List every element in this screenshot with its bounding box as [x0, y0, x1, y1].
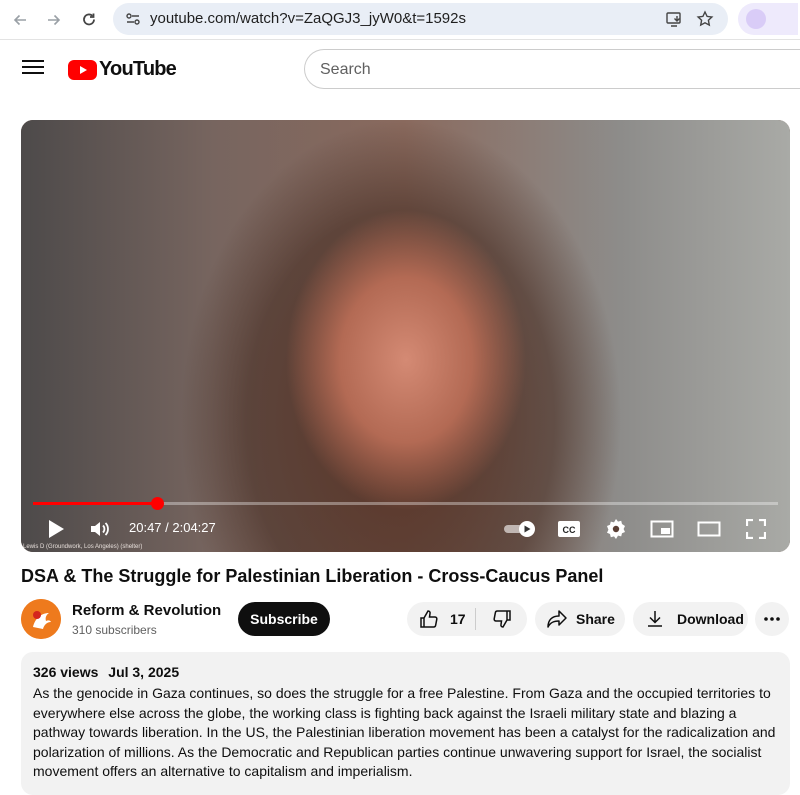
play-button-icon[interactable]	[43, 516, 69, 542]
description-box[interactable]: 326 views Jul 3, 2025 As the genocide in…	[21, 652, 790, 795]
url-text[interactable]: youtube.com/watch?v=ZaQGJ3_jyW0&t=1592s	[150, 10, 466, 27]
back-arrow-icon[interactable]	[8, 8, 32, 32]
profile-button[interactable]	[738, 3, 798, 35]
svg-text:CC: CC	[563, 525, 576, 535]
thumbs-up-icon	[420, 610, 438, 628]
download-button[interactable]: Download	[633, 602, 748, 636]
bookmark-star-icon[interactable]	[695, 9, 715, 29]
download-label: Download	[677, 611, 744, 627]
channel-name[interactable]: Reform & Revolution	[72, 602, 221, 619]
like-button[interactable]: 17	[407, 602, 475, 636]
thumbs-down-icon	[492, 610, 511, 628]
fullscreen-icon[interactable]	[744, 516, 768, 542]
progress-scrubber-handle[interactable]	[151, 497, 164, 510]
share-button[interactable]: Share	[535, 602, 625, 636]
view-count: 326 views	[33, 664, 99, 680]
description-meta: 326 views Jul 3, 2025	[33, 664, 778, 680]
hamburger-menu-icon[interactable]	[22, 57, 44, 79]
progress-played	[33, 502, 157, 505]
subscribe-button[interactable]: Subscribe	[238, 602, 330, 636]
like-dislike-group: 17	[407, 602, 527, 636]
youtube-logo[interactable]: YouTube	[68, 58, 177, 81]
volume-icon[interactable]	[87, 516, 113, 542]
forward-arrow-icon[interactable]	[42, 8, 66, 32]
channel-avatar[interactable]	[21, 599, 61, 639]
install-app-icon[interactable]	[664, 9, 684, 29]
profile-avatar	[746, 9, 766, 29]
share-label: Share	[576, 611, 615, 627]
miniplayer-icon[interactable]	[650, 516, 674, 542]
reload-icon[interactable]	[77, 8, 101, 32]
youtube-header: YouTube Search	[0, 40, 800, 98]
search-placeholder: Search	[320, 61, 371, 78]
browser-toolbar: youtube.com/watch?v=ZaQGJ3_jyW0&t=1592s	[0, 0, 800, 40]
youtube-play-logo-icon	[68, 59, 97, 80]
dislike-button[interactable]	[476, 602, 527, 636]
video-frame[interactable]	[21, 120, 790, 552]
description-text: As the genocide in Gaza continues, so do…	[33, 685, 776, 779]
video-title: DSA & The Struggle for Palestinian Liber…	[21, 566, 604, 586]
upload-date: Jul 3, 2025	[108, 664, 180, 680]
video-overlay-caption: Lewis D (Groundwork, Los Angeles) (shelt…	[23, 544, 143, 550]
subtitles-cc-icon[interactable]: CC	[557, 516, 581, 542]
address-bar[interactable]: youtube.com/watch?v=ZaQGJ3_jyW0&t=1592s	[113, 3, 728, 35]
search-input[interactable]: Search	[304, 49, 800, 89]
more-actions-icon[interactable]	[755, 602, 789, 636]
share-arrow-icon	[547, 610, 567, 628]
video-player[interactable]: 20:47 / 2:04:27 CC Lewis D (Groundwork, …	[21, 120, 790, 552]
time-display: 20:47 / 2:04:27	[129, 520, 216, 535]
site-settings-icon[interactable]	[123, 9, 143, 29]
autoplay-toggle-icon[interactable]	[503, 516, 537, 542]
subscriber-count: 310 subscribers	[72, 623, 157, 637]
progress-bar[interactable]	[33, 497, 778, 510]
settings-gear-icon[interactable]	[604, 516, 628, 542]
theater-mode-icon[interactable]	[697, 516, 721, 542]
download-icon	[648, 611, 662, 627]
logo-wordmark: YouTube	[99, 58, 177, 80]
like-count: 17	[450, 611, 466, 627]
